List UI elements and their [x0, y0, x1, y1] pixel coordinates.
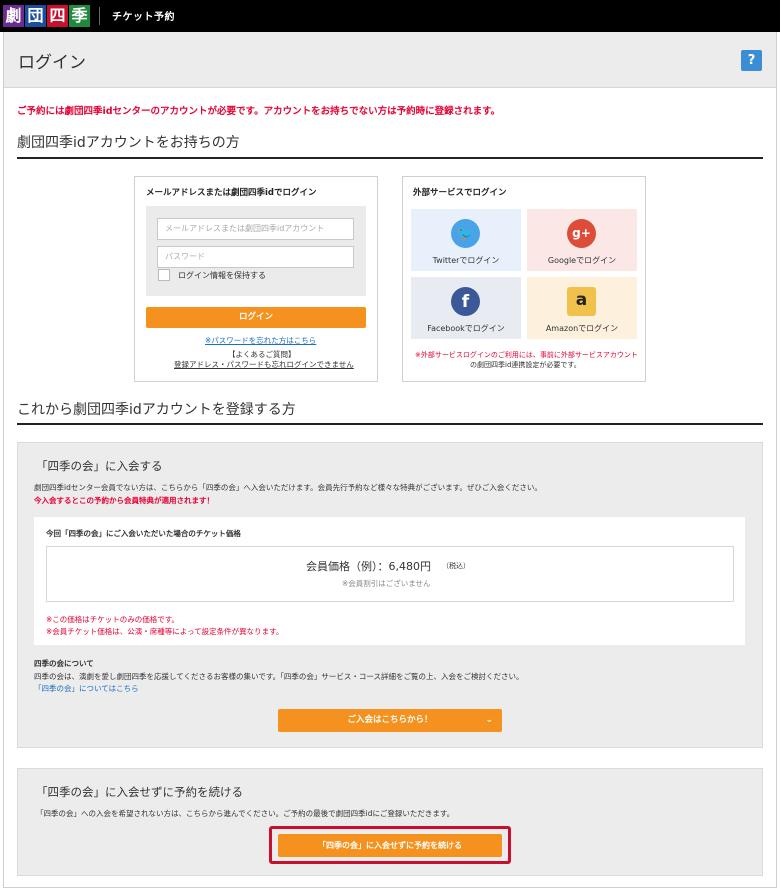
facebook-icon: f [451, 287, 480, 316]
price-tax: （税込） [442, 562, 470, 570]
faq-link[interactable]: 登録アドレス・パスワードも忘れログインできません [174, 359, 354, 370]
continue-title: 「四季の会」に入会せずに予約を続ける [36, 785, 243, 799]
chevron-down-icon: ⌄ [485, 715, 493, 725]
remember-login-label: ログイン情報を保持する [178, 271, 266, 280]
external-note-line2: の劇団四季id連携設定が必要です。 [470, 361, 581, 369]
twitter-login-button[interactable]: 🐦 Twitterでログイン [411, 209, 521, 271]
email-login-title: メールアドレスまたは劇団四季idでログイン [146, 188, 317, 198]
remember-login-checkbox[interactable] [158, 269, 170, 281]
join-highlight: 今入会するとこの予約から会員特典が適用されます！ [34, 496, 214, 505]
about-description: 四季の会は、演劇を愛し劇団四季を応援してくださるお客様の集いです。「四季の会」サ… [34, 672, 524, 681]
twitter-login-label: Twitterでログイン [432, 256, 500, 265]
app-name: チケット予約 [112, 12, 175, 23]
external-note-line1: ※外部サービスログインのご利用には、事前に外部サービスアカウント [415, 351, 638, 359]
shiki-logo[interactable]: 劇 団 四 季 [3, 5, 90, 27]
logo-char-1: 劇 [3, 5, 24, 27]
amazon-login-label: Amazonでログイン [545, 324, 619, 333]
google-plus-icon: g+ [567, 219, 596, 248]
logo-char-3: 四 [47, 5, 68, 27]
price-heading: 今回「四季の会」にご入会いただいた場合のチケット価格 [46, 529, 241, 538]
page-header: ログイン [4, 32, 776, 88]
topbar-divider [99, 7, 100, 25]
register-heading: これから劇団四季idアカウントを登録する方 [17, 402, 296, 418]
page-title: ログイン [18, 53, 86, 73]
continue-without-join-button[interactable]: 「四季の会」に入会せずに予約を続ける [278, 834, 502, 857]
google-login-button[interactable]: g+ Googleでログイン [527, 209, 637, 271]
about-title: 四季の会について [34, 659, 94, 668]
section-divider [17, 157, 763, 159]
price-note-1: ※この価格はチケットのみの価格です。 [46, 615, 180, 624]
top-bar: 劇 団 四 季 チケット予約 [0, 0, 780, 32]
section-divider-2 [17, 423, 763, 425]
join-button-label: ご入会はこちらから！ [347, 715, 433, 725]
google-login-label: Googleでログイン [547, 256, 617, 265]
existing-account-heading: 劇団四季idアカウントをお持ちの方 [17, 135, 240, 151]
external-login-title: 外部サービスでログイン [413, 188, 507, 198]
about-link[interactable]: 「四季の会」についてはこちら [34, 683, 139, 694]
logo-char-2: 団 [25, 5, 46, 27]
email-input[interactable]: メールアドレスまたは劇団四季idアカウント [157, 218, 354, 240]
facebook-login-button[interactable]: f Facebookでログイン [411, 277, 521, 339]
password-input[interactable]: パスワード [157, 246, 354, 268]
price-discount-note: ※会員割引はございません [342, 579, 431, 588]
login-button[interactable]: ログイン [146, 307, 366, 328]
join-title: 「四季の会」に入会する [36, 459, 163, 473]
continue-description: 「四季の会」への入会を希望されない方は、こちらから進んでください。ご予約の最後で… [36, 809, 455, 818]
twitter-icon: 🐦 [451, 219, 480, 248]
member-price: 会員価格（例）：6,480円 [306, 560, 431, 573]
price-note-2: ※会員チケット価格は、公演・席種等によって設定条件が異なります。 [46, 627, 284, 636]
amazon-icon: a [567, 287, 596, 316]
join-button[interactable]: ご入会はこちらから！ ⌄ [278, 709, 502, 732]
amazon-login-button[interactable]: a Amazonでログイン [527, 277, 637, 339]
forgot-password-link[interactable]: ※パスワードを忘れた方はこちら [205, 335, 316, 346]
price-frame [46, 546, 734, 602]
join-description: 劇団四季idセンター会員でない方は、こちらから「四季の会」へ入会いただけます。会… [34, 483, 542, 492]
facebook-login-label: Facebookでログイン [427, 324, 505, 333]
account-required-notice: ご予約には劇団四季idセンターのアカウントが必要です。アカウントをお持ちでない方… [17, 106, 501, 117]
logo-char-4: 季 [69, 5, 90, 27]
help-button[interactable]: ? [741, 50, 762, 71]
